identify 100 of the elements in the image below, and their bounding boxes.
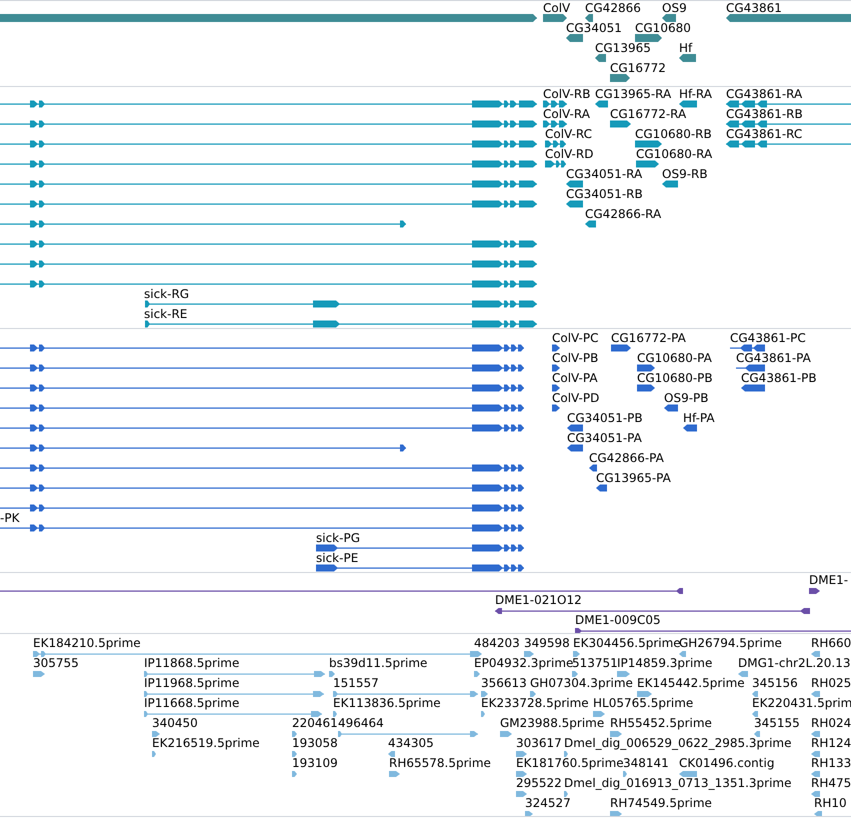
feature-label: RH475 [811, 776, 851, 790]
feature-label: DMG1-chr2L.20.13 [738, 656, 850, 670]
feature-label: IP14859.3prime [617, 656, 712, 670]
feature-glyph[interactable] [0, 180, 537, 188]
feature-label: Hf-PA [683, 411, 715, 425]
feature-glyph[interactable] [637, 384, 655, 392]
feature-label: GH07304.3prime [530, 676, 633, 690]
feature-label: CG42866-RA [585, 207, 662, 221]
feature-glyph[interactable] [0, 344, 524, 352]
feature-glyph[interactable] [566, 34, 583, 42]
feature-glyph[interactable] [0, 524, 524, 532]
feature-glyph[interactable] [566, 180, 583, 188]
feature-glyph[interactable] [741, 384, 765, 392]
feature-label: IP11868.5prime [144, 656, 240, 670]
feature-glyph[interactable] [543, 14, 567, 22]
feature-label: CG34051-RA [566, 167, 642, 181]
feature-glyph[interactable] [662, 14, 676, 22]
feature-label: RH133 [811, 756, 851, 770]
feature-glyph[interactable] [610, 120, 631, 128]
feature-label: sick-RE [144, 307, 188, 321]
feature-glyph[interactable] [0, 140, 537, 148]
feature-glyph[interactable] [0, 424, 524, 432]
feature-label: 295522 [516, 776, 562, 790]
feature-label: CG16772-RA [610, 107, 686, 121]
feature-glyph[interactable] [316, 544, 524, 552]
feature-glyph[interactable] [316, 564, 524, 572]
feature-label: 324527 [525, 796, 571, 810]
feature-label: EK145442.5prime [637, 676, 745, 690]
feature-glyph[interactable] [726, 120, 851, 128]
feature-glyph[interactable] [736, 364, 765, 372]
feature-glyph[interactable] [543, 100, 567, 108]
feature-glyph[interactable] [683, 424, 697, 432]
feature-glyph[interactable] [0, 100, 537, 108]
feature-glyph[interactable] [585, 220, 596, 228]
feature-glyph[interactable] [635, 34, 662, 42]
feature-label: CG10680 [635, 21, 691, 35]
feature-glyph[interactable] [552, 384, 560, 392]
feature-glyph[interactable] [495, 608, 810, 614]
feature-label: CG10680-PB [637, 371, 713, 385]
feature-label: sick-PE [316, 551, 358, 565]
feature-glyph[interactable] [809, 588, 820, 594]
feature-glyph[interactable] [543, 120, 567, 128]
feature-label: CG43861 [726, 1, 782, 15]
feature-glyph[interactable] [0, 160, 537, 168]
feature-glyph[interactable] [0, 364, 524, 372]
feature-glyph[interactable] [595, 54, 606, 62]
feature-glyph[interactable] [0, 444, 406, 452]
feature-label: OS9 [662, 1, 687, 15]
feature-label: GM23988.5prime [500, 716, 604, 730]
feature-glyph[interactable] [0, 200, 537, 208]
feature-glyph[interactable] [589, 464, 597, 472]
feature-label: sick-RG [144, 287, 190, 301]
feature-glyph[interactable] [730, 344, 765, 352]
feature-glyph[interactable] [726, 140, 851, 148]
feature-label: 356613 [481, 676, 527, 690]
feature-label: ColV [543, 1, 570, 15]
feature-glyph[interactable] [145, 300, 537, 308]
feature-glyph[interactable] [637, 364, 655, 372]
feature-glyph[interactable] [664, 404, 678, 412]
feature-glyph[interactable] [0, 588, 683, 594]
feature-glyph[interactable] [679, 54, 696, 62]
feature-glyph[interactable] [679, 100, 697, 108]
feature-glyph[interactable] [567, 424, 583, 432]
feature-glyph[interactable] [552, 404, 560, 412]
feature-glyph[interactable] [567, 444, 583, 452]
feature-glyph[interactable] [0, 220, 406, 228]
feature-glyph[interactable] [595, 100, 608, 108]
feature-glyph[interactable] [585, 14, 593, 22]
feature-glyph[interactable] [635, 140, 662, 148]
feature-glyph[interactable] [636, 160, 659, 168]
feature-glyph[interactable] [552, 364, 560, 372]
feature-label: Hf-RA [679, 87, 712, 101]
feature-glyph[interactable] [145, 320, 537, 328]
feature-glyph[interactable] [0, 120, 537, 128]
feature-glyph[interactable] [566, 200, 583, 208]
feature-glyph[interactable] [662, 180, 678, 188]
feature-glyph[interactable] [0, 504, 524, 512]
feature-label: CG13965 [595, 41, 651, 55]
feature-glyph[interactable] [611, 344, 631, 352]
feature-label: IP11968.5prime [144, 676, 240, 690]
feature-glyph[interactable] [0, 240, 537, 248]
feature-label: DME1-009C05 [575, 613, 661, 627]
feature-glyph[interactable] [545, 140, 566, 148]
feature-glyph[interactable] [726, 100, 851, 108]
feature-label: 513751 [572, 656, 618, 670]
feature-glyph[interactable] [552, 344, 560, 352]
feature-label: GH26794.5prime [679, 636, 782, 650]
feature-label: DME1-021O12 [495, 593, 582, 607]
feature-glyph[interactable] [0, 384, 524, 392]
feature-glyph[interactable] [610, 74, 630, 82]
feature-glyph[interactable] [575, 628, 851, 633]
feature-label: ColV-PA [552, 371, 598, 385]
feature-glyph[interactable] [0, 404, 524, 412]
feature-glyph[interactable] [545, 160, 566, 168]
feature-glyph[interactable] [596, 484, 607, 492]
feature-label: CG10680-PA [637, 351, 712, 365]
feature-glyph[interactable] [0, 464, 524, 472]
feature-glyph[interactable] [0, 260, 537, 268]
feature-glyph[interactable] [0, 484, 524, 492]
feature-glyph[interactable] [0, 280, 537, 288]
